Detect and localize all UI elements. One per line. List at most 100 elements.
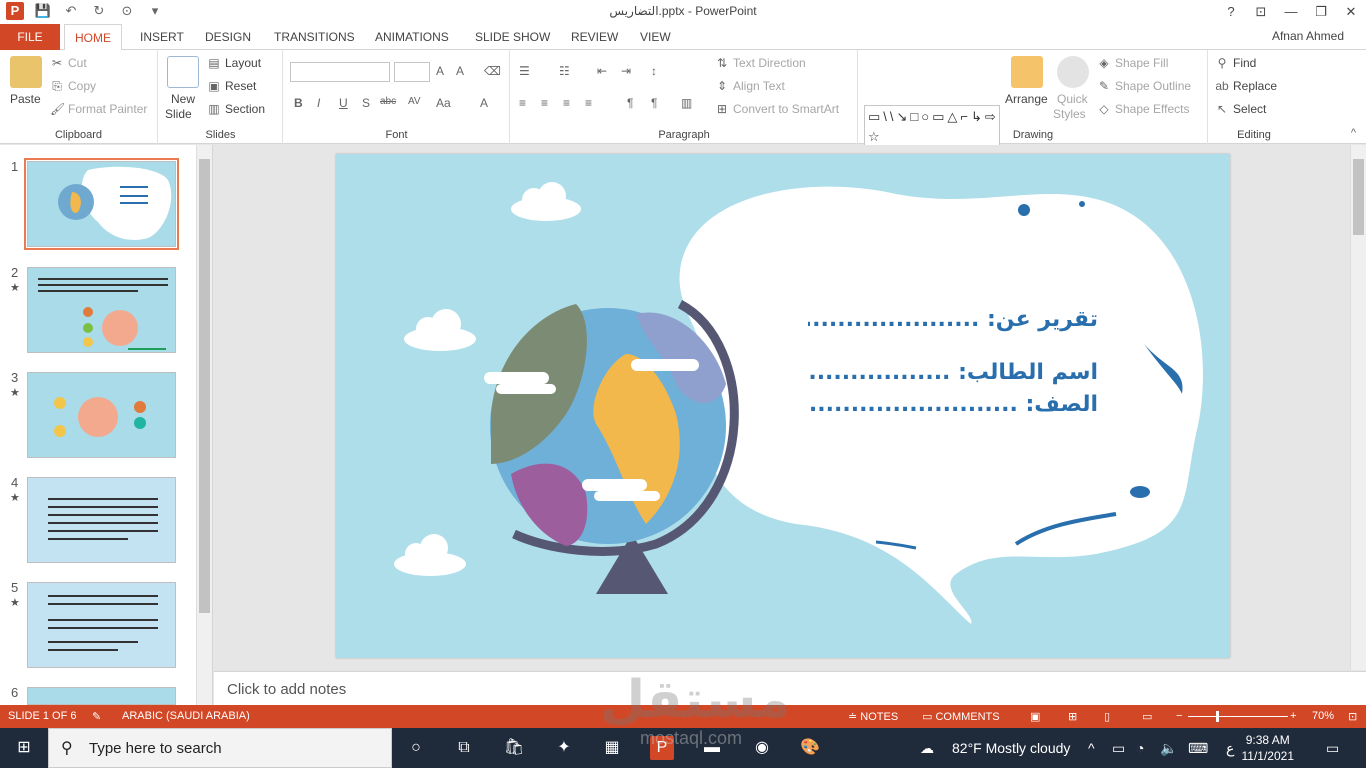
slide-line-student-name[interactable]: اسم الطالب: ...................... xyxy=(808,360,1098,385)
canvas-scrollbar[interactable] xyxy=(1350,145,1366,670)
ime-indicator[interactable]: ع xyxy=(1226,740,1234,757)
spelling-icon[interactable]: ✎ xyxy=(92,710,101,723)
character-spacing-button[interactable]: AV xyxy=(408,96,421,107)
columns-icon[interactable]: ▥ xyxy=(681,96,692,110)
arrange-button[interactable]: Arrange xyxy=(1005,92,1048,106)
scrollbar-thumb[interactable] xyxy=(1353,159,1364,235)
reset-button[interactable]: ▣ Reset xyxy=(207,79,256,93)
weather-icon[interactable]: ☁ xyxy=(920,740,934,757)
slide-thumbnail[interactable] xyxy=(27,267,176,353)
scrollbar-thumb[interactable] xyxy=(199,159,210,613)
notification-icon[interactable]: ▭ xyxy=(1326,740,1339,757)
zoom-slider[interactable] xyxy=(1188,716,1288,717)
tab-transitions[interactable]: TRANSITIONS xyxy=(264,24,365,50)
quick-styles-label-1[interactable]: Quick xyxy=(1057,92,1088,106)
slide-thumbnail[interactable] xyxy=(27,372,176,458)
tab-slide-show[interactable]: SLIDE SHOW xyxy=(465,24,560,50)
change-case-button[interactable]: Aa xyxy=(436,96,451,110)
slide-thumbnail[interactable] xyxy=(27,477,176,563)
zoom-in-icon[interactable]: + xyxy=(1290,710,1296,722)
language-indicator[interactable]: ARABIC (SAUDI ARABIA) xyxy=(122,710,250,722)
keyboard-icon[interactable]: ⌨ xyxy=(1188,740,1208,757)
slide-thumbnail[interactable] xyxy=(27,687,176,705)
paint-icon[interactable]: 🎨 xyxy=(798,736,822,760)
section-button[interactable]: ▥ Section xyxy=(207,102,265,116)
align-left-icon[interactable]: ≡ xyxy=(519,96,526,110)
battery-icon[interactable]: ▭ xyxy=(1112,740,1125,757)
powerpoint-taskbar-icon[interactable]: P xyxy=(650,736,674,760)
zoom-slider-thumb[interactable] xyxy=(1216,711,1219,722)
shape-effects-button[interactable]: ◇ Shape Effects xyxy=(1097,102,1189,116)
align-right-icon[interactable]: ≡ xyxy=(563,96,570,110)
volume-icon[interactable]: 🔈 xyxy=(1160,740,1177,757)
normal-view-icon[interactable]: ▣ xyxy=(1030,710,1040,723)
font-name-combo[interactable] xyxy=(290,62,390,82)
decrease-indent-icon[interactable]: ⇤ xyxy=(597,64,607,78)
arrange-icon[interactable] xyxy=(1011,56,1043,88)
taskbar-search[interactable]: ⚲ Type here to search xyxy=(48,728,392,768)
shrink-font-button[interactable]: A xyxy=(456,64,464,78)
notes-placeholder[interactable]: Click to add notes xyxy=(227,681,346,698)
tab-home[interactable]: HOME xyxy=(64,24,122,51)
paste-icon[interactable] xyxy=(10,56,42,88)
slide-line-report-about[interactable]: تقرير عن: ........................ xyxy=(808,307,1098,332)
notes-pane[interactable]: Click to add notes xyxy=(214,671,1366,705)
select-button[interactable]: ↖ Select xyxy=(1215,102,1266,116)
grow-font-button[interactable]: A xyxy=(436,64,444,78)
ribbon-display-options-icon[interactable]: ⊡ xyxy=(1246,0,1276,24)
bold-button[interactable]: B xyxy=(294,96,303,110)
windows-start-icon[interactable]: ⊞ xyxy=(12,736,36,760)
line-spacing-icon[interactable]: ↕ xyxy=(651,64,657,78)
find-button[interactable]: ⚲ Find xyxy=(1215,56,1257,70)
bullets-icon[interactable]: ☰ xyxy=(519,64,530,78)
slide-thumbnail[interactable] xyxy=(24,158,179,250)
quick-styles-label-2[interactable]: Styles xyxy=(1053,107,1086,121)
rtl-icon[interactable]: ¶ xyxy=(627,96,633,110)
italic-button[interactable]: I xyxy=(317,96,320,110)
convert-smartart-button[interactable]: ⊞ Convert to SmartArt xyxy=(715,102,839,116)
app-icon[interactable]: ✦ xyxy=(552,736,576,760)
slideshow-view-icon[interactable]: ▭ xyxy=(1142,710,1152,723)
zoom-out-icon[interactable]: − xyxy=(1176,710,1182,722)
slide-line-class[interactable]: الصف: ........................... xyxy=(808,392,1098,417)
numbering-icon[interactable]: ☷ xyxy=(559,64,570,78)
notes-button[interactable]: ≐ NOTES xyxy=(848,710,898,723)
wifi-icon[interactable]: ◔ xyxy=(1136,740,1144,756)
collapse-ribbon-icon[interactable]: ^ xyxy=(1351,127,1356,139)
current-slide[interactable]: تقرير عن: ........................ اسم ا… xyxy=(336,154,1230,658)
minimize-icon[interactable]: — xyxy=(1276,0,1306,24)
quick-styles-icon[interactable] xyxy=(1057,56,1089,88)
shadow-button[interactable]: S xyxy=(362,96,370,110)
cut-button[interactable]: ✂ Cut xyxy=(50,56,87,70)
tab-view[interactable]: VIEW xyxy=(630,24,681,50)
format-painter-button[interactable]: 🖌 Format Painter xyxy=(50,102,147,116)
text-direction-button[interactable]: ⇅ Text Direction xyxy=(715,56,806,70)
zoom-level[interactable]: 70% xyxy=(1312,710,1334,722)
tab-review[interactable]: REVIEW xyxy=(561,24,628,50)
align-center-icon[interactable]: ≡ xyxy=(541,96,548,110)
replace-button[interactable]: ab Replace xyxy=(1215,79,1277,93)
store-icon[interactable]: 🛍 xyxy=(502,736,526,760)
tray-chevron-icon[interactable]: ^ xyxy=(1088,740,1095,756)
font-color-button[interactable]: A xyxy=(480,96,488,110)
copy-button[interactable]: ⎘ Copy xyxy=(50,79,96,93)
file-explorer-icon[interactable]: ▬ xyxy=(700,736,724,760)
clear-formatting-icon[interactable]: ⌫ xyxy=(484,64,501,78)
new-slide-icon[interactable] xyxy=(167,56,199,88)
calculator-icon[interactable]: ▦ xyxy=(600,736,624,760)
close-icon[interactable]: ✕ xyxy=(1336,0,1366,24)
increase-indent-icon[interactable]: ⇥ xyxy=(621,64,631,78)
tab-animations[interactable]: ANIMATIONS xyxy=(365,24,459,50)
align-text-button[interactable]: ⇕ Align Text xyxy=(715,79,785,93)
user-name[interactable]: Afnan Ahmed xyxy=(1272,29,1344,43)
restore-icon[interactable]: ❐ xyxy=(1306,0,1336,24)
help-icon[interactable]: ? xyxy=(1216,0,1246,24)
slide-sorter-icon[interactable]: ⊞ xyxy=(1068,710,1077,723)
weather-text[interactable]: 82°F Mostly cloudy xyxy=(952,740,1070,756)
layout-button[interactable]: ▤ Layout xyxy=(207,56,261,70)
thumbnails-scrollbar[interactable] xyxy=(196,145,212,705)
system-clock[interactable]: 9:38 AM 11/1/2021 xyxy=(1242,732,1295,764)
underline-button[interactable]: U xyxy=(339,96,348,110)
strikethrough-button[interactable]: abc xyxy=(380,96,396,107)
reading-view-icon[interactable]: ▯ xyxy=(1104,710,1110,723)
